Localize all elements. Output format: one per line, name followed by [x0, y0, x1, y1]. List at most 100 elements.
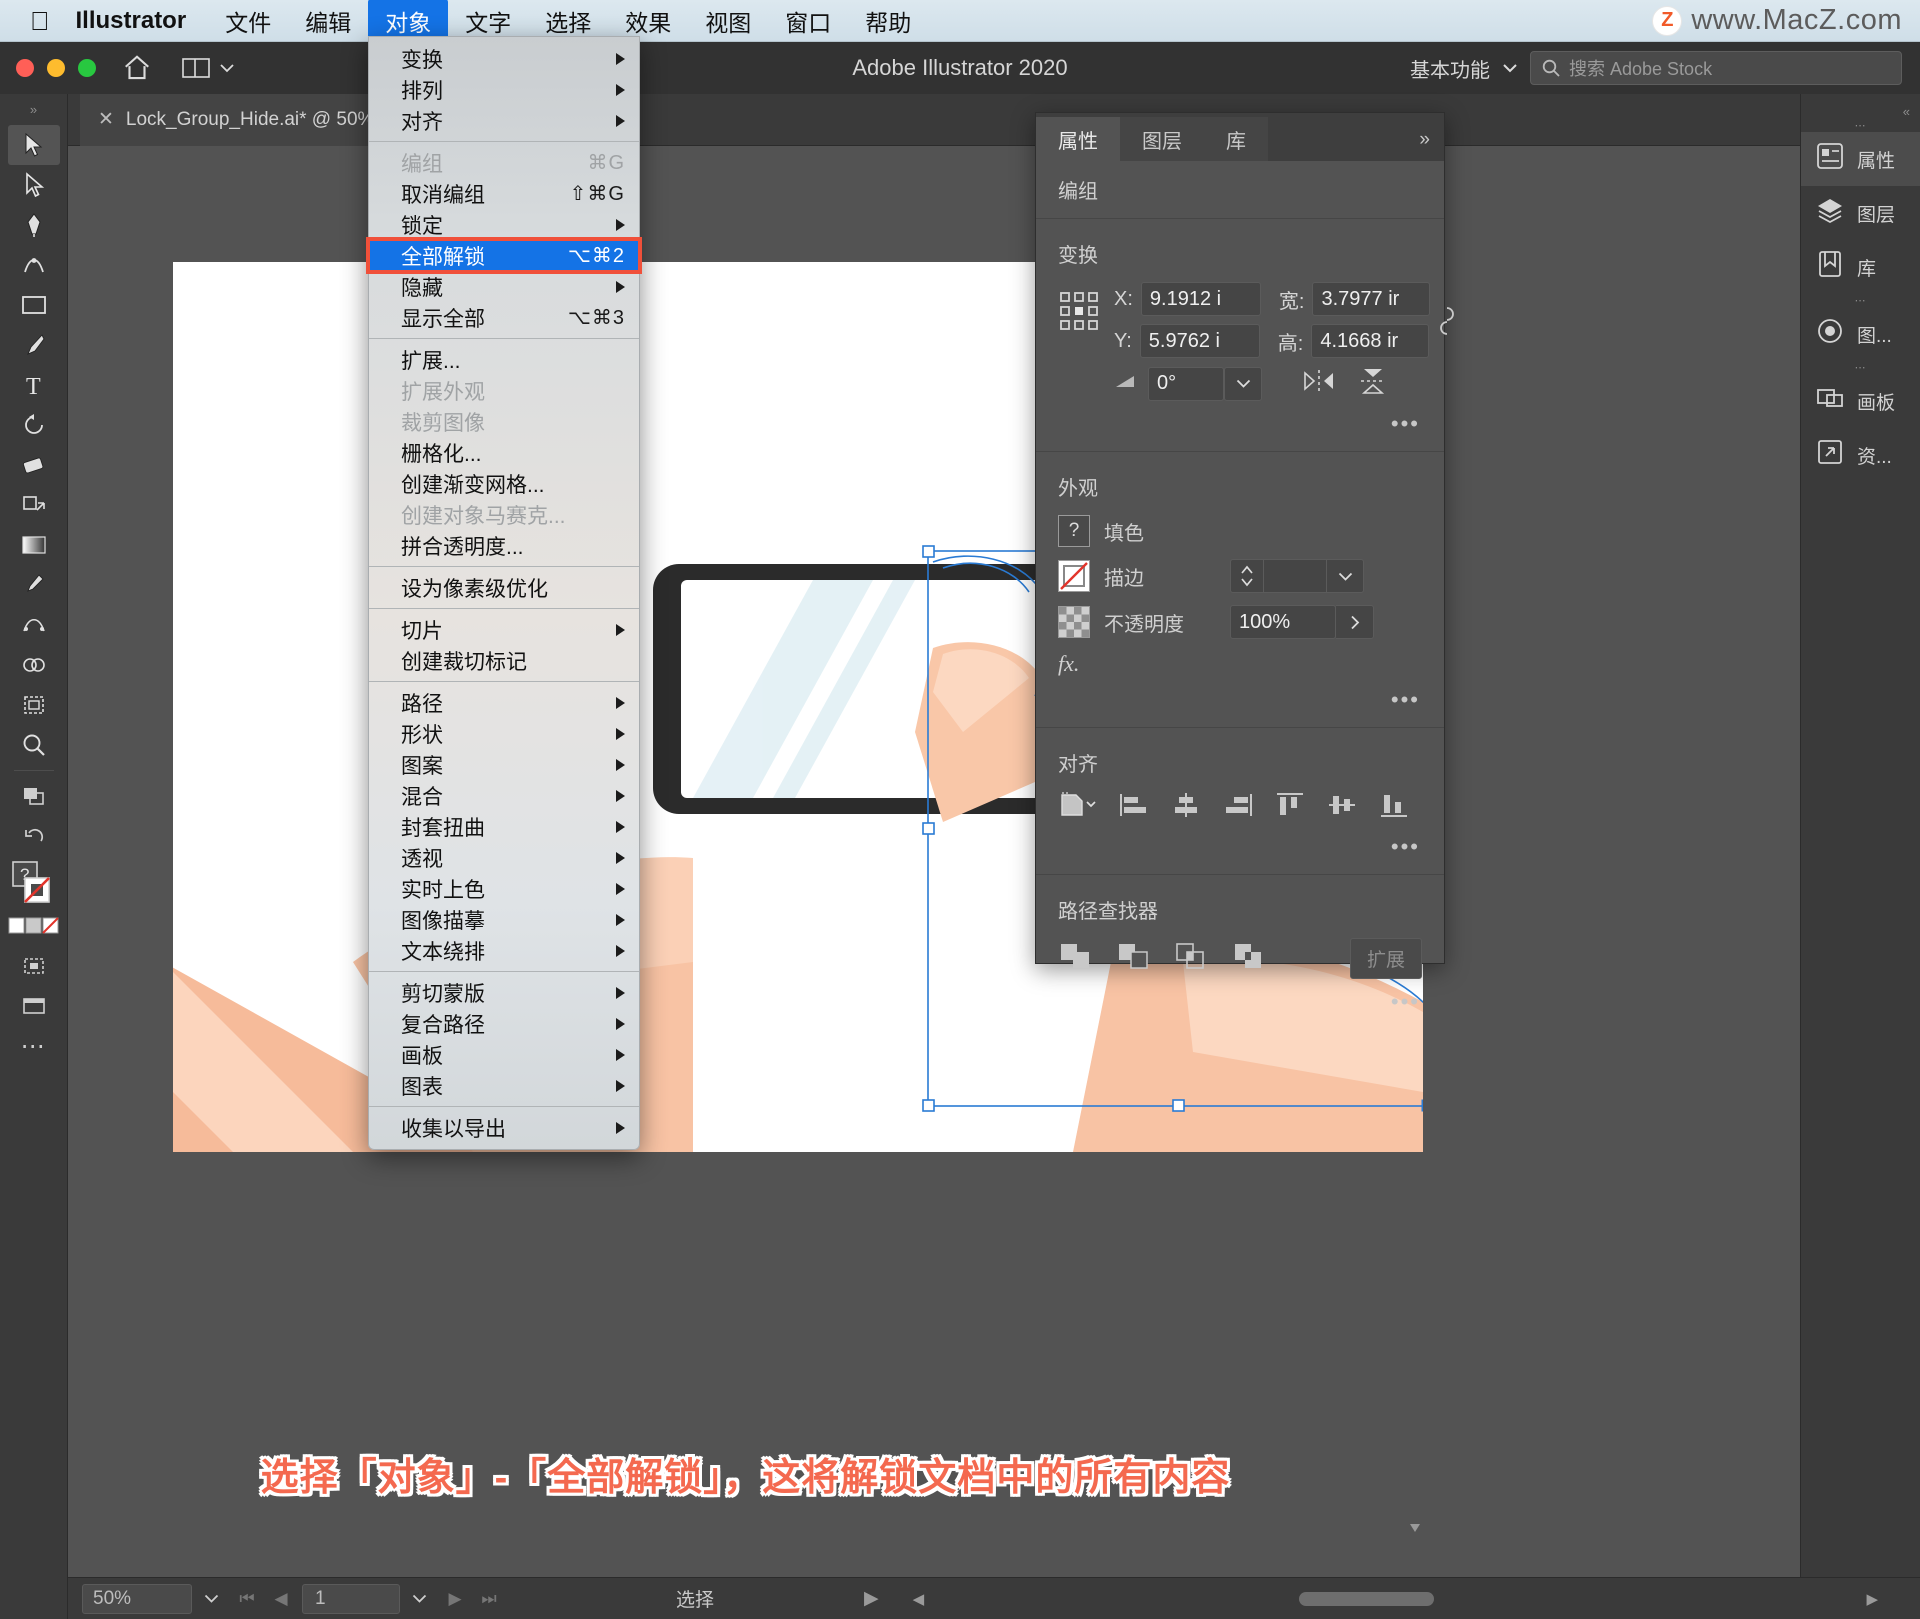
menu-item-11[interactable]: 扩展...: [369, 344, 639, 375]
blend-tool[interactable]: [8, 605, 60, 645]
align-more-options[interactable]: •••: [1036, 830, 1444, 868]
menu-item-39[interactable]: 收集以导出: [369, 1112, 639, 1143]
home-icon[interactable]: [122, 53, 152, 83]
shape-builder-tool[interactable]: [8, 645, 60, 685]
macos-menu-1[interactable]: 编辑: [288, 0, 368, 43]
minus-front-icon[interactable]: [1116, 941, 1150, 976]
angle-dropdown[interactable]: [1224, 366, 1262, 401]
arrange-documents-icon[interactable]: [182, 57, 234, 79]
menu-item-6[interactable]: 锁定: [369, 209, 639, 240]
type-tool[interactable]: T: [8, 365, 60, 405]
stroke-weight-dropdown[interactable]: [1326, 559, 1364, 593]
more-tools-icon[interactable]: ⋯: [8, 1026, 60, 1066]
menu-item-28[interactable]: 封套扭曲: [369, 811, 639, 842]
rail-group-grip[interactable]: ⋯: [1801, 361, 1920, 374]
color-mode-swatches[interactable]: [8, 906, 60, 946]
menu-item-8[interactable]: 隐藏: [369, 271, 639, 302]
fx-button[interactable]: fx.: [1058, 651, 1079, 677]
opacity-options-button[interactable]: [1336, 605, 1374, 639]
menu-item-24[interactable]: 路径: [369, 687, 639, 718]
menu-item-37[interactable]: 图表: [369, 1070, 639, 1101]
macos-menu-0[interactable]: 文件: [208, 0, 288, 43]
rail-item-artboards[interactable]: 画板: [1801, 374, 1920, 428]
page-number-input[interactable]: 1: [302, 1583, 400, 1614]
scroll-left-icon[interactable]: ◀: [913, 1590, 925, 1608]
pen-tool[interactable]: [8, 205, 60, 245]
menu-item-34[interactable]: 剪切蒙版: [369, 977, 639, 1008]
menu-item-35[interactable]: 复合路径: [369, 1008, 639, 1039]
menu-item-1[interactable]: 排列: [369, 74, 639, 105]
menu-item-17[interactable]: 拼合透明度...: [369, 530, 639, 561]
drawing-mode-icon[interactable]: [8, 946, 60, 986]
object-dropdown-menu[interactable]: 变换 排列 对齐 编组 ⌘G 取消编组 ⇧⌘G 锁定 全部解锁 ⌥⌘2 隐藏 显示全部 ⌥⌘3 扩展...…: [366, 36, 642, 1150]
x-input[interactable]: 9.1912 i: [1140, 282, 1261, 316]
properties-tab-1[interactable]: 图层: [1120, 117, 1204, 161]
selection-tool[interactable]: [7, 125, 60, 165]
unite-icon[interactable]: [1058, 941, 1092, 976]
opacity-input[interactable]: 100%: [1230, 605, 1336, 639]
rail-item-asset-export[interactable]: 资...: [1801, 428, 1920, 482]
close-icon[interactable]: ✕: [98, 108, 114, 131]
curvature-tool[interactable]: [8, 245, 60, 285]
stroke-weight-stepper[interactable]: [1230, 559, 1264, 593]
undo-icon[interactable]: [8, 816, 60, 856]
scrollbar-thumb[interactable]: [1298, 1591, 1434, 1606]
align-center-h-icon[interactable]: [1170, 791, 1202, 824]
flip-horizontal-icon[interactable]: [1302, 367, 1336, 400]
menu-item-21[interactable]: 切片: [369, 614, 639, 645]
play-icon[interactable]: ▶: [864, 1587, 879, 1610]
zoom-dropdown-icon[interactable]: [192, 1594, 230, 1603]
menu-item-29[interactable]: 透视: [369, 842, 639, 873]
pathfinder-more-options[interactable]: •••: [1036, 985, 1444, 1023]
close-window-button[interactable]: [16, 59, 34, 77]
direct-selection-tool[interactable]: [8, 165, 60, 205]
none-swatch-icon[interactable]: [1058, 560, 1090, 592]
workspace-switcher[interactable]: 基本功能: [1410, 54, 1518, 83]
width-input[interactable]: 3.7977 ir: [1312, 282, 1431, 316]
horizontal-scrollbar[interactable]: ◀ ▶: [913, 1590, 1878, 1608]
menu-item-31[interactable]: 图像描摹: [369, 904, 639, 935]
window-controls[interactable]: [16, 59, 96, 77]
apple-logo-icon[interactable]: : [30, 8, 50, 34]
menu-item-30[interactable]: 实时上色: [369, 873, 639, 904]
screen-mode-toggle-icon[interactable]: [8, 986, 60, 1026]
menu-item-26[interactable]: 图案: [369, 749, 639, 780]
paintbrush-tool[interactable]: [8, 325, 60, 365]
menu-item-32[interactable]: 文本绕排: [369, 935, 639, 966]
rectangle-tool[interactable]: [8, 285, 60, 325]
opacity-checker-icon[interactable]: [1058, 606, 1090, 638]
zoom-tool[interactable]: [8, 725, 60, 765]
menu-item-27[interactable]: 混合: [369, 780, 639, 811]
align-left-icon[interactable]: [1118, 791, 1150, 824]
exclude-icon[interactable]: [1232, 941, 1266, 976]
last-page-icon[interactable]: ⏭: [472, 1589, 506, 1609]
menu-item-5[interactable]: 取消编组 ⇧⌘G: [369, 178, 639, 209]
scale-tool[interactable]: [8, 485, 60, 525]
zoom-level-input[interactable]: 50%: [82, 1583, 192, 1614]
menu-item-2[interactable]: 对齐: [369, 105, 639, 136]
menu-item-0[interactable]: 变换: [369, 43, 639, 74]
align-top-icon[interactable]: [1274, 791, 1306, 824]
screen-mode-icon[interactable]: [8, 776, 60, 816]
macos-menu-7[interactable]: 窗口: [768, 0, 848, 43]
appearance-more-options[interactable]: •••: [1036, 683, 1444, 721]
fill-stroke-swatches[interactable]: ?: [8, 861, 60, 906]
reference-point-grid-icon[interactable]: [1058, 290, 1100, 337]
chevron-double-right-icon[interactable]: »: [1419, 129, 1444, 161]
menu-item-36[interactable]: 画板: [369, 1039, 639, 1070]
rail-item-layers[interactable]: 图层: [1801, 186, 1920, 240]
minimize-window-button[interactable]: [47, 59, 65, 77]
collapse-panels-icon[interactable]: «: [1801, 104, 1920, 119]
rail-group-grip[interactable]: ⋯: [1801, 294, 1920, 307]
next-page-icon[interactable]: ▶: [438, 1589, 472, 1609]
expand-button[interactable]: 扩展: [1349, 938, 1422, 979]
macos-menu-6[interactable]: 视图: [688, 0, 768, 43]
gradient-tool[interactable]: [8, 525, 60, 565]
toolbar-grip[interactable]: »: [30, 102, 37, 117]
rail-grip[interactable]: ⋯: [1801, 119, 1920, 132]
maximize-window-button[interactable]: [78, 59, 96, 77]
align-middle-v-icon[interactable]: [1326, 791, 1358, 824]
prev-page-icon[interactable]: ◀: [264, 1589, 298, 1609]
artboard-tool[interactable]: [8, 685, 60, 725]
properties-tab-0[interactable]: 属性: [1036, 117, 1120, 161]
